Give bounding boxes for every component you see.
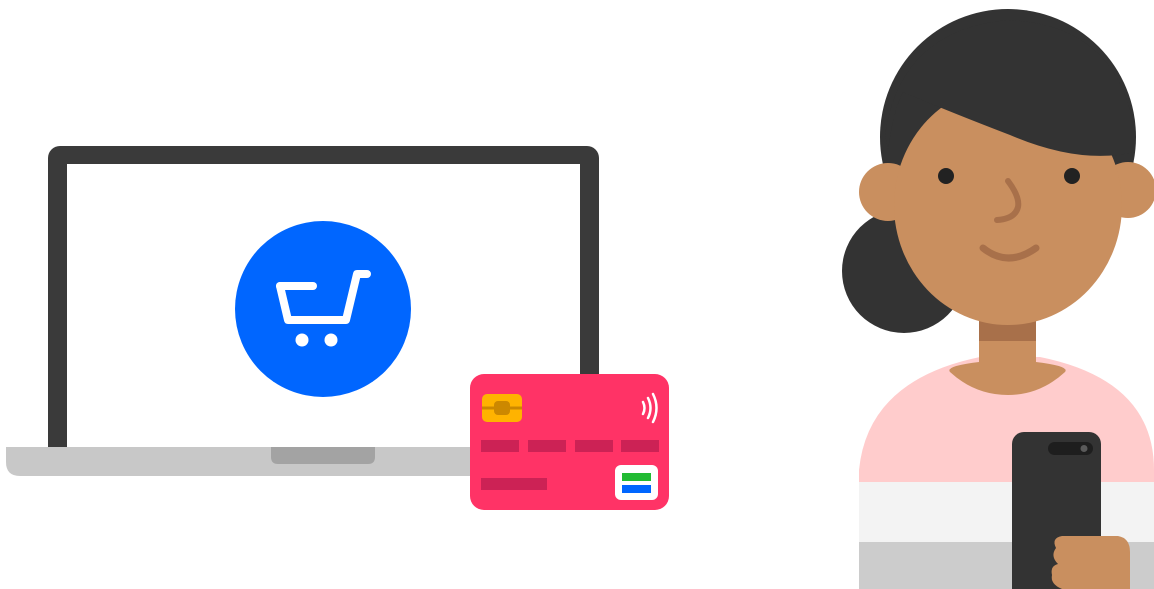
cart-wheel-left (295, 333, 309, 347)
payment-card (470, 374, 669, 510)
phone-camera-icon (1080, 445, 1088, 452)
eye-left (938, 168, 954, 184)
shirt-stripe-white (859, 482, 1154, 542)
chip-icon (482, 394, 522, 422)
shopping-cart-badge (235, 221, 411, 397)
eye-right (1064, 168, 1080, 184)
card-logo-icon (615, 465, 658, 500)
person (842, 9, 1154, 589)
payment-illustration (0, 0, 1154, 589)
hand (1051, 536, 1130, 589)
cart-wheel-right (324, 333, 338, 347)
laptop-trackpad-notch (271, 447, 375, 464)
cart-circle (235, 221, 411, 397)
